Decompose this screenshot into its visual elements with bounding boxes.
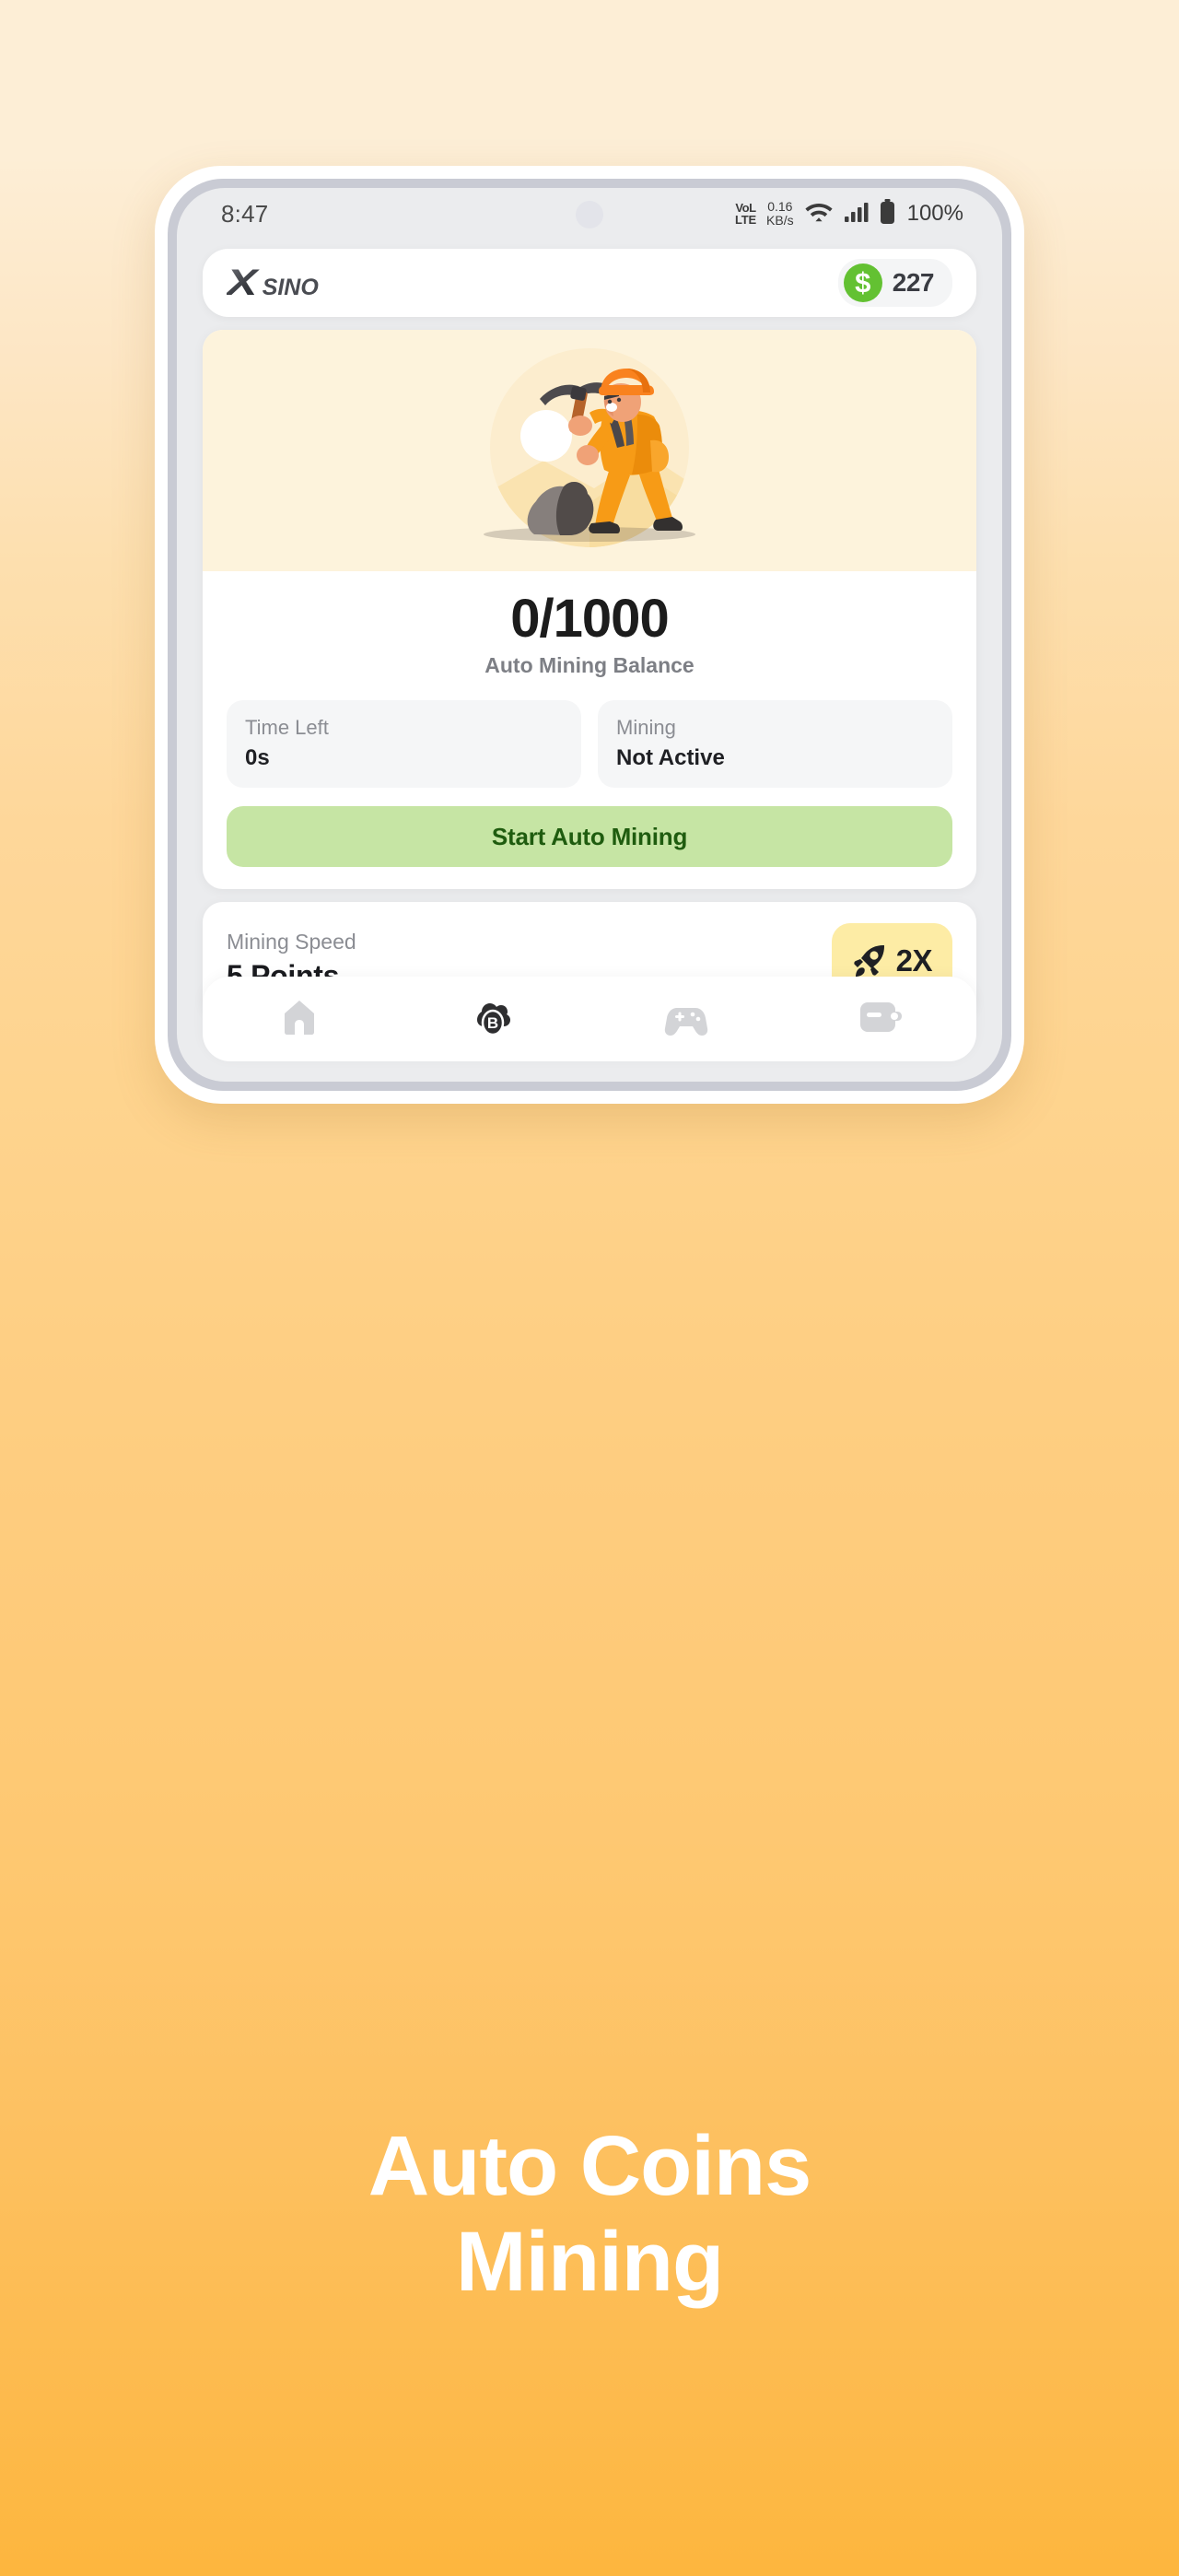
- gamepad-icon: [662, 995, 710, 1044]
- network-speed-indicator: 0.16 KB/s: [766, 198, 794, 228]
- promo-headline-line-1: Auto Coins: [368, 2119, 812, 2213]
- volte-icon: VoL LTE: [735, 201, 757, 227]
- nav-item-wallet[interactable]: [829, 977, 930, 1061]
- auto-mining-balance-value: 0/1000: [510, 589, 669, 649]
- app-logo[interactable]: X SINO: [227, 264, 319, 301]
- logo-x-mark: X: [227, 264, 260, 301]
- bottom-navigation-bar: B: [203, 977, 976, 1061]
- mining-speed-label: Mining Speed: [227, 929, 356, 954]
- status-bar-clock: 8:47: [221, 199, 269, 228]
- boost-multiplier-label: 2X: [895, 943, 933, 978]
- stat-mining-status: Mining Not Active: [598, 699, 952, 789]
- nav-item-mining[interactable]: B: [442, 977, 543, 1061]
- promo-headline: Auto Coins Mining: [0, 2119, 1179, 2311]
- battery-icon: [880, 198, 895, 229]
- battery-percentage: 100%: [906, 201, 963, 226]
- phone-bezel: 8:47 VoL LTE 0.16 KB/s 100% X SINO $ 227…: [168, 179, 1011, 1091]
- stat-time-left-label: Time Left: [245, 715, 329, 739]
- cloud-mining-bitcoin-icon: B: [469, 993, 517, 1046]
- phone-mockup: 8:47 VoL LTE 0.16 KB/s 100% X SINO $ 227…: [155, 166, 1024, 1104]
- svg-text:B: B: [487, 1014, 498, 1032]
- coin-balance-pill[interactable]: $ 227: [837, 259, 952, 307]
- auto-mining-balance-block: 0/1000 Auto Mining Balance: [203, 571, 976, 682]
- status-bar-indicators: VoL LTE 0.16 KB/s 100%: [735, 198, 963, 229]
- status-bar: 8:47 VoL LTE 0.16 KB/s 100%: [177, 188, 1002, 240]
- logo-wordmark: SINO: [262, 275, 319, 300]
- rocket-icon: [848, 941, 889, 981]
- stat-mining-status-value: Not Active: [616, 745, 725, 771]
- app-header: X SINO $ 227: [203, 249, 976, 317]
- coin-balance-value: 227: [892, 268, 935, 297]
- front-camera-punch-hole: [576, 201, 603, 228]
- start-auto-mining-button[interactable]: Start Auto Mining: [227, 806, 952, 868]
- wifi-icon: [804, 200, 834, 228]
- miner-with-pickaxe-illustration: [203, 330, 976, 571]
- cellular-signal-icon: [844, 201, 870, 228]
- home-icon: [277, 995, 321, 1044]
- mining-stats-row: Time Left 0s Mining Not Active: [203, 682, 976, 789]
- phone-screen: 8:47 VoL LTE 0.16 KB/s 100% X SINO $ 227…: [177, 188, 1002, 1082]
- auto-mining-balance-label: Auto Mining Balance: [484, 652, 695, 677]
- stat-mining-status-label: Mining: [616, 715, 676, 739]
- nav-item-games[interactable]: [636, 977, 737, 1061]
- dollar-coin-icon: $: [843, 263, 882, 302]
- promo-headline-line-2: Mining: [455, 2214, 724, 2309]
- stat-time-left: Time Left 0s: [227, 699, 581, 789]
- wallet-icon: [857, 997, 903, 1042]
- stat-time-left-value: 0s: [245, 745, 270, 771]
- auto-mining-card: 0/1000 Auto Mining Balance Time Left 0s …: [203, 330, 976, 890]
- nav-item-home[interactable]: [249, 977, 350, 1061]
